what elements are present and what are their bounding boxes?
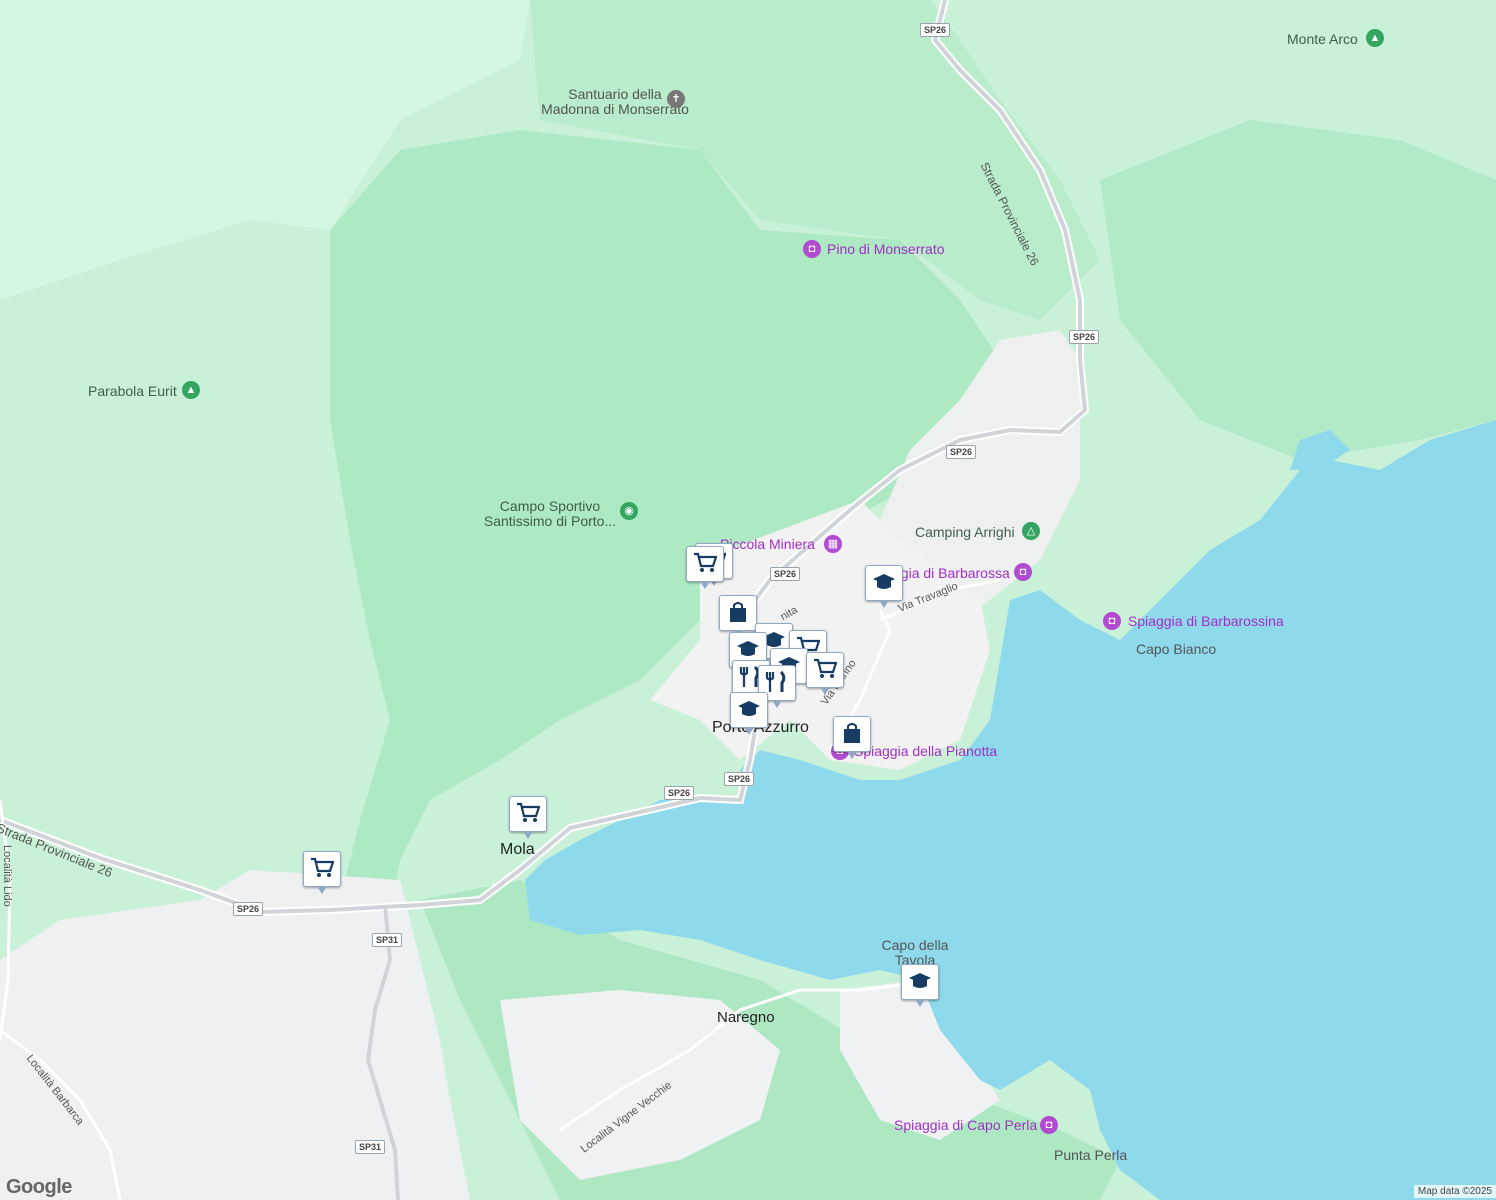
place-label-monte-arco[interactable]: Monte Arco — [1287, 32, 1358, 47]
place-label-pianotta[interactable]: Spiaggia della Pianotta — [854, 744, 997, 759]
road-label: Località Lido — [1, 845, 13, 907]
shopping-bag-icon — [844, 723, 860, 743]
place-label-capo-bianco[interactable]: Capo Bianco — [1136, 642, 1216, 657]
shopping-cart-icon — [814, 658, 837, 678]
museum-icon[interactable]: ▦ — [824, 535, 842, 553]
town-label-mola[interactable]: Mola — [500, 842, 535, 858]
road-shield: SP26 — [1069, 330, 1100, 344]
place-label-punta-perla[interactable]: Punta Perla — [1054, 1148, 1127, 1163]
place-label-capo-perla-beach[interactable]: Spiaggia di Capo Perla — [894, 1118, 1037, 1133]
place-label-barbarossina[interactable]: Spiaggia di Barbarossina — [1128, 614, 1284, 629]
town-label-naregno[interactable]: Naregno — [717, 1010, 775, 1025]
camera-icon[interactable]: ◘ — [803, 240, 821, 258]
road-shield: SP26 — [233, 902, 264, 916]
road-shield: SP26 — [770, 567, 801, 581]
shopping-bag-marker[interactable] — [719, 595, 757, 638]
shopping-cart-marker[interactable] — [686, 546, 724, 589]
shopping-bag-icon — [730, 602, 746, 622]
school-icon — [737, 641, 759, 656]
school-icon — [738, 701, 760, 716]
map-attribution[interactable]: Map data ©2025 — [1413, 1185, 1496, 1198]
shopping-cart-icon — [311, 857, 334, 877]
camera-icon[interactable]: ◘ — [1103, 612, 1121, 630]
stadium-icon[interactable]: ◉ — [620, 502, 638, 520]
shopping-cart-icon — [694, 552, 717, 572]
place-label-pino[interactable]: Pino di Monserrato — [827, 242, 945, 257]
camera-icon[interactable]: ◘ — [1014, 563, 1032, 581]
road-shield: SP31 — [372, 933, 403, 947]
school-icon — [873, 574, 895, 589]
road-shield: SP26 — [946, 445, 977, 459]
place-label-parabola[interactable]: Parabola Eurit — [88, 384, 177, 399]
road-shield: SP26 — [724, 772, 755, 786]
road-shield: SP31 — [355, 1140, 386, 1154]
tree-icon[interactable]: ▲ — [1366, 29, 1384, 47]
school-marker[interactable] — [901, 964, 939, 1007]
road-shield: SP26 — [920, 23, 951, 37]
shopping-cart-marker[interactable] — [509, 796, 547, 839]
urban-area — [0, 870, 470, 1200]
campsite-icon[interactable]: △ — [1022, 522, 1040, 540]
place-label-piccola-miniera[interactable]: Piccola Miniera — [720, 537, 815, 552]
shopping-bag-marker[interactable] — [833, 716, 871, 759]
school-marker[interactable] — [865, 565, 903, 608]
camera-icon[interactable]: ◘ — [1040, 1116, 1058, 1134]
restaurant-icon — [765, 671, 786, 692]
place-label-campo-sportivo[interactable]: Campo Sportivo Santissimo di Porto... — [480, 499, 620, 529]
shopping-cart-marker[interactable] — [806, 652, 844, 695]
google-logo[interactable]: Google — [6, 1176, 72, 1199]
shopping-cart-marker[interactable] — [303, 851, 341, 894]
church-icon[interactable]: ✝ — [667, 90, 685, 108]
tree-icon[interactable]: ▲ — [182, 381, 200, 399]
school-marker[interactable] — [730, 692, 768, 735]
place-label-camping[interactable]: Camping Arrighi — [915, 525, 1015, 540]
school-icon — [909, 973, 931, 988]
road-shield: SP26 — [664, 786, 695, 800]
shopping-cart-icon — [517, 802, 540, 822]
